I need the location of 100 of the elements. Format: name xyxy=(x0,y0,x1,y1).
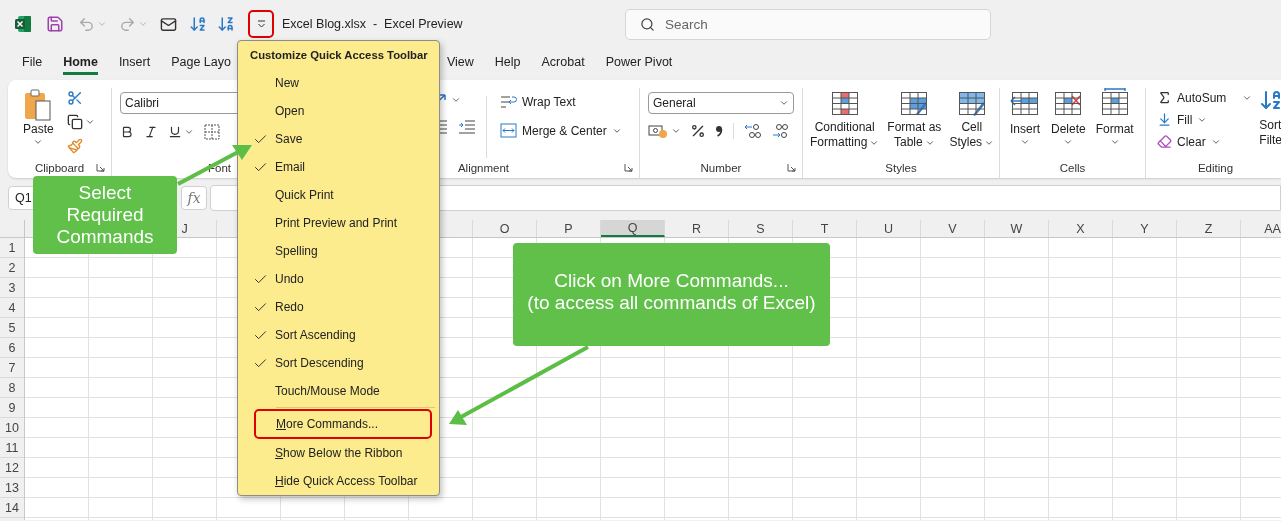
border-icon[interactable] xyxy=(204,124,220,140)
launcher-icon[interactable] xyxy=(96,163,105,172)
ribbon-tab[interactable]: File xyxy=(22,51,43,75)
menu-item[interactable]: Undo xyxy=(238,265,439,293)
style-button[interactable]: Cell Styles xyxy=(946,88,998,150)
row-header[interactable]: 13 xyxy=(0,478,24,498)
menu-item[interactable]: Sort Ascending xyxy=(238,321,439,349)
style-button[interactable]: Conditional Formatting xyxy=(807,88,883,150)
ribbon-tab[interactable]: Insert xyxy=(118,51,151,75)
row-header[interactable]: 10 xyxy=(0,418,24,438)
underline-icon[interactable] xyxy=(168,125,182,139)
row-header[interactable]: 5 xyxy=(0,318,24,338)
caret-icon xyxy=(1063,137,1074,147)
row-header[interactable]: 9 xyxy=(0,398,24,418)
group-label: Number xyxy=(700,162,742,174)
ribbon-tab[interactable]: Help xyxy=(494,51,521,75)
number-format-select[interactable]: General xyxy=(648,92,794,114)
paste-button[interactable]: Paste xyxy=(20,88,57,147)
group-label: Cells xyxy=(1059,162,1086,174)
percent-icon[interactable] xyxy=(690,123,706,139)
bold-icon[interactable] xyxy=(120,125,134,139)
menu-item[interactable]: Print Preview and Print xyxy=(238,209,439,237)
column-header[interactable]: O xyxy=(473,220,537,237)
caret-icon xyxy=(1020,137,1030,147)
column-header[interactable]: U xyxy=(857,220,921,237)
menu-item[interactable]: Redo xyxy=(238,293,439,321)
row-header[interactable]: 11 xyxy=(0,438,24,458)
caret-icon xyxy=(138,19,148,29)
increase-indent-icon[interactable] xyxy=(458,120,476,134)
mail-icon[interactable] xyxy=(160,15,177,33)
menu-item[interactable]: Sort Descending xyxy=(238,349,439,377)
wrap-text-button[interactable]: Wrap Text xyxy=(497,92,579,111)
row-header[interactable]: 1 xyxy=(0,238,24,258)
search-field[interactable]: Search xyxy=(625,8,991,40)
column-header[interactable]: AA xyxy=(1241,220,1281,237)
row-header[interactable]: 14 xyxy=(0,498,24,518)
callout-text: Select Required Commands xyxy=(56,182,154,248)
spreadsheet-app-icon xyxy=(14,15,32,33)
caret-icon xyxy=(451,95,461,105)
menu-item[interactable]: Show Below the Ribbon xyxy=(238,439,439,467)
menu-item[interactable]: Quick Print xyxy=(238,181,439,209)
column-header[interactable]: S xyxy=(729,220,793,237)
row-header[interactable]: 3 xyxy=(0,278,24,298)
sort-descending-icon[interactable] xyxy=(217,15,235,33)
caret-icon xyxy=(184,127,194,137)
ribbon-tab[interactable]: View xyxy=(446,51,474,75)
column-header[interactable]: V xyxy=(921,220,985,237)
window-title: Excel Blog.xlsx - Excel Preview xyxy=(282,17,463,31)
menu-item[interactable]: More Commands... xyxy=(254,409,432,439)
ribbon-tab[interactable]: Page Layo xyxy=(171,51,231,75)
row-header[interactable]: 8 xyxy=(0,378,24,398)
menu-item[interactable]: Touch/Mouse Mode xyxy=(238,377,439,405)
row-header[interactable]: 7 xyxy=(0,358,24,378)
autosum-button[interactable]: AutoSum xyxy=(1154,88,1256,107)
ribbon-tab[interactable]: Power Pivot xyxy=(605,51,673,75)
caret-icon xyxy=(84,117,95,127)
column-header[interactable]: Z xyxy=(1177,220,1241,237)
column-header[interactable]: T xyxy=(793,220,857,237)
cells-button[interactable]: Format xyxy=(1092,88,1137,147)
menu-item[interactable]: Hide Quick Access Toolbar xyxy=(238,467,439,495)
caret-icon xyxy=(256,19,266,29)
toolbar-menu-button[interactable] xyxy=(248,10,274,38)
menu-item[interactable]: Email xyxy=(238,153,439,181)
column-header[interactable]: W xyxy=(985,220,1049,237)
sort-ascending-icon[interactable] xyxy=(189,15,207,33)
column-header[interactable]: X xyxy=(1049,220,1113,237)
row-header[interactable]: 12 xyxy=(0,458,24,478)
search-icon xyxy=(640,16,655,32)
paintbrush-icon xyxy=(66,138,83,154)
style-button[interactable]: Format as Table xyxy=(884,88,945,150)
cells-button[interactable]: Delete xyxy=(1048,88,1089,147)
clear-button[interactable]: Clear xyxy=(1154,132,1224,151)
row-header[interactable]: 2 xyxy=(0,258,24,278)
wrap-icon xyxy=(500,94,517,109)
cells-button[interactable]: Insert xyxy=(1006,88,1044,147)
comma-style-icon[interactable] xyxy=(715,124,723,138)
menu-item[interactable]: Save xyxy=(238,125,439,153)
ribbon-tab[interactable]: Acrobat xyxy=(541,51,585,75)
currency-icon[interactable] xyxy=(648,123,668,139)
menu-title: Customize Quick Access Toolbar xyxy=(249,48,429,63)
save-icon[interactable] xyxy=(46,15,64,33)
callout-text: (to access all commands of Excel) xyxy=(527,292,816,314)
menu-item[interactable]: Spelling xyxy=(238,237,439,265)
italic-icon[interactable] xyxy=(144,125,158,139)
column-header[interactable]: R xyxy=(665,220,729,237)
insert-function-button[interactable]: fx xyxy=(181,186,207,210)
ribbon-tab[interactable]: Home xyxy=(63,51,98,75)
column-header[interactable]: Y xyxy=(1113,220,1177,237)
column-header[interactable]: Q xyxy=(601,220,665,237)
row-header[interactable]: 6 xyxy=(0,338,24,358)
row-header[interactable]: 4 xyxy=(0,298,24,318)
increase-decimal-icon[interactable] xyxy=(744,123,762,139)
fill-down-icon xyxy=(1157,112,1172,127)
group-label: Alignment xyxy=(457,162,510,174)
merge-center-button[interactable]: Merge & Center xyxy=(497,121,625,140)
fill-button[interactable]: Fill xyxy=(1154,110,1211,129)
launcher-icon[interactable] xyxy=(624,163,633,172)
launcher-icon[interactable] xyxy=(787,163,796,172)
sort-filter-button[interactable]: Sort Filte xyxy=(1259,88,1281,148)
decrease-decimal-icon[interactable] xyxy=(771,123,789,139)
